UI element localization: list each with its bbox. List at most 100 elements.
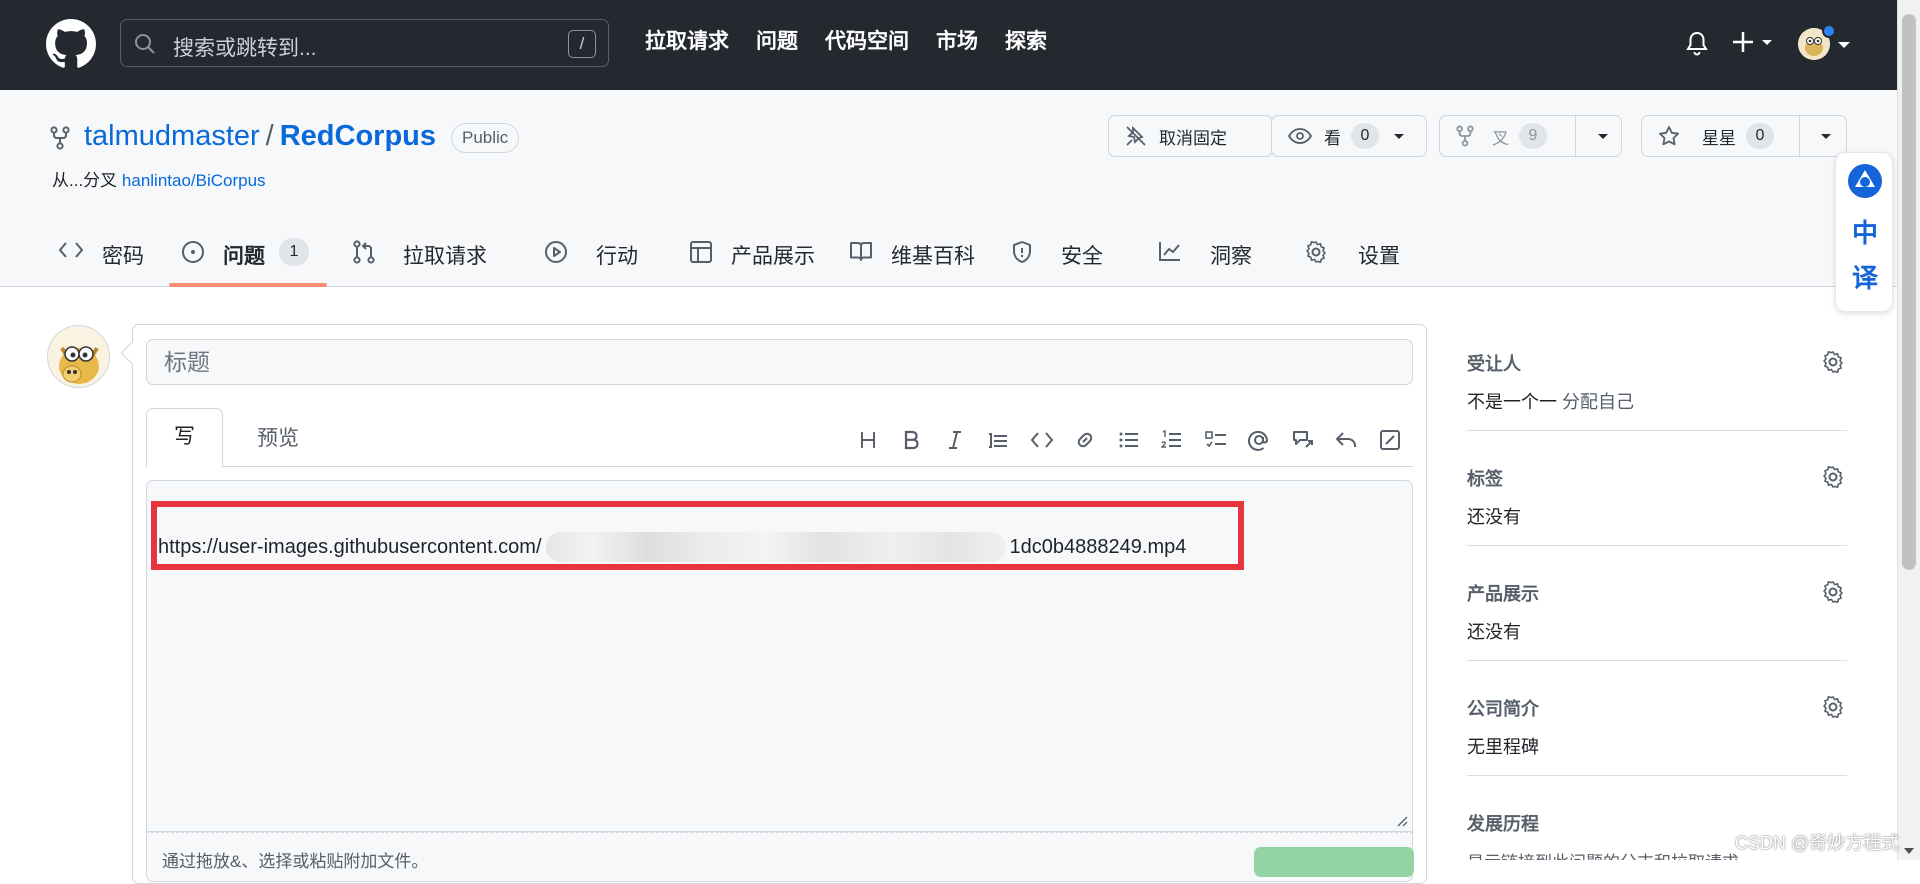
tab-pull-requests[interactable]: 拉取请求 (353, 232, 487, 288)
gear-icon[interactable] (1821, 465, 1845, 489)
tab-security[interactable]: 安全 (1011, 232, 1103, 288)
tab-actions[interactable]: 行动 (544, 232, 638, 288)
button-divider (1575, 115, 1576, 157)
sidebar-divider (1467, 430, 1847, 431)
fullscreen-toggle-icon[interactable] (1368, 426, 1412, 454)
sidebar-divider (1467, 775, 1847, 776)
gear-icon[interactable] (1821, 695, 1845, 719)
quote-icon[interactable] (977, 426, 1021, 454)
ordered-list-icon[interactable] (1151, 426, 1195, 454)
forked-source-link[interactable]: hanlintao/BiCorpus (122, 171, 266, 190)
watch-caret-icon[interactable] (1393, 133, 1405, 140)
issue-title-input[interactable]: 标题 (146, 339, 1413, 385)
global-header: 搜索或跳转到... / 拉取请求 问题 代码空间 市场 探索 (0, 0, 1920, 90)
comment-pointer (120, 341, 144, 365)
cross-reference-icon[interactable] (1281, 426, 1325, 454)
fork-button[interactable]: 叉 9 (1439, 115, 1622, 157)
markdown-toolbar (846, 426, 1412, 454)
sidebar-value: 还没有 (1467, 507, 1521, 527)
forked-from-prefix: 从...分叉 (52, 171, 122, 190)
tab-label: 设置 (1358, 245, 1400, 268)
resize-handle-icon[interactable] (1396, 815, 1408, 827)
gear-icon[interactable] (1821, 580, 1845, 604)
sidebar-heading: 标签 (1467, 469, 1503, 489)
code-icon[interactable] (1020, 426, 1064, 454)
watermark: CSDN @奇妙方程式 (1735, 833, 1900, 853)
sidebar-value: 显示链接到此问题的分支和拉取请求 (1467, 848, 1739, 860)
tab-settings[interactable]: 设置 (1304, 232, 1400, 288)
tab-insights[interactable]: 洞察 (1158, 232, 1252, 288)
tab-label: 问题 (223, 245, 265, 268)
book-icon (849, 240, 873, 262)
git-pull-request-icon (353, 240, 375, 264)
repo-tabs: 密码 问题 1 拉取请求 行动 产品展示 维基百科 安全 洞察 设置 (0, 232, 1920, 288)
search-placeholder: 搜索或跳转到... (173, 37, 317, 60)
tab-label: 密码 (102, 245, 144, 268)
translate-widget[interactable]: 中 译 (1835, 152, 1893, 312)
star-icon (1658, 125, 1680, 147)
chevron-down-icon[interactable] (1837, 41, 1851, 49)
tab-label: 产品展示 (731, 245, 815, 268)
gear-icon (1304, 240, 1328, 264)
search-input[interactable]: 搜索或跳转到... / (120, 19, 609, 67)
tab-label: 维基百科 (891, 245, 975, 268)
submit-new-issue-button[interactable] (1254, 847, 1414, 877)
nav-codespaces[interactable]: 代码空间 (825, 25, 909, 55)
preview-tab[interactable]: 预览 (257, 422, 299, 452)
tab-label: 拉取请求 (403, 245, 487, 268)
unpin-button[interactable]: 取消固定 (1108, 115, 1273, 157)
bell-icon[interactable] (1685, 30, 1709, 56)
tab-issues[interactable]: 问题 1 (181, 232, 309, 288)
star-button[interactable]: 星星 0 (1641, 115, 1847, 157)
repo-owner-link[interactable]: talmudmaster (84, 120, 260, 152)
table-icon (689, 240, 713, 264)
github-logo-icon[interactable] (46, 19, 96, 69)
author-avatar (47, 325, 110, 388)
repo-forked-icon (50, 126, 70, 150)
tab-label: 行动 (596, 245, 638, 268)
sidebar-divider (1467, 545, 1847, 546)
mention-icon[interactable] (1238, 426, 1282, 454)
star-label: 星星 (1702, 128, 1736, 148)
link-icon[interactable] (1064, 426, 1108, 454)
gear-icon[interactable] (1821, 350, 1845, 374)
nav-pull-requests[interactable]: 拉取请求 (645, 25, 729, 55)
nav-marketplace[interactable]: 市场 (936, 25, 978, 55)
tab-label: 安全 (1061, 245, 1103, 268)
search-shortcut-key: / (568, 30, 596, 58)
tab-code[interactable]: 密码 (58, 232, 144, 288)
editor-tab-divider (146, 466, 1413, 467)
star-caret-icon[interactable] (1820, 133, 1832, 140)
bold-icon[interactable] (890, 426, 934, 454)
repo-name-link[interactable]: RedCorpus (280, 120, 436, 152)
watch-count: 0 (1351, 123, 1379, 149)
file-attachment-bar[interactable]: 通过拖放&、选择或粘贴附加文件。 (146, 832, 1413, 882)
scrollbar-thumb[interactable] (1902, 14, 1916, 570)
scroll-down-arrow-icon[interactable] (1904, 848, 1914, 854)
sidebar-divider (1467, 660, 1847, 661)
heading-icon[interactable] (846, 426, 890, 454)
eye-icon (1288, 127, 1312, 145)
watch-button[interactable]: 看 0 (1271, 115, 1427, 157)
sidebar-heading: 发展历程 (1467, 814, 1539, 834)
fork-count: 9 (1519, 123, 1547, 149)
tab-wiki[interactable]: 维基百科 (849, 232, 975, 288)
issue-body-textarea[interactable]: https://user-images.githubusercontent.co… (146, 480, 1413, 832)
fork-caret-icon[interactable] (1597, 133, 1609, 140)
create-new-plus-icon[interactable] (1732, 28, 1778, 58)
highlight-annotation-box (151, 501, 1244, 570)
page-scrollbar[interactable] (1897, 0, 1920, 860)
tab-projects[interactable]: 产品展示 (689, 232, 815, 288)
unordered-list-icon[interactable] (1107, 426, 1151, 454)
italic-icon[interactable] (933, 426, 977, 454)
star-count: 0 (1746, 123, 1774, 149)
sidebar-value: 还没有 (1467, 622, 1521, 642)
translate-label-zh: 中 (1851, 218, 1878, 248)
nav-issues[interactable]: 问题 (756, 25, 798, 55)
nav-explore[interactable]: 探索 (1005, 25, 1047, 55)
task-list-icon[interactable] (1194, 426, 1238, 454)
notification-dot (1822, 24, 1836, 38)
assign-yourself-link[interactable]: 分配自己 (1562, 392, 1634, 412)
reply-icon[interactable] (1325, 426, 1369, 454)
write-tab[interactable]: 写 (146, 408, 223, 467)
